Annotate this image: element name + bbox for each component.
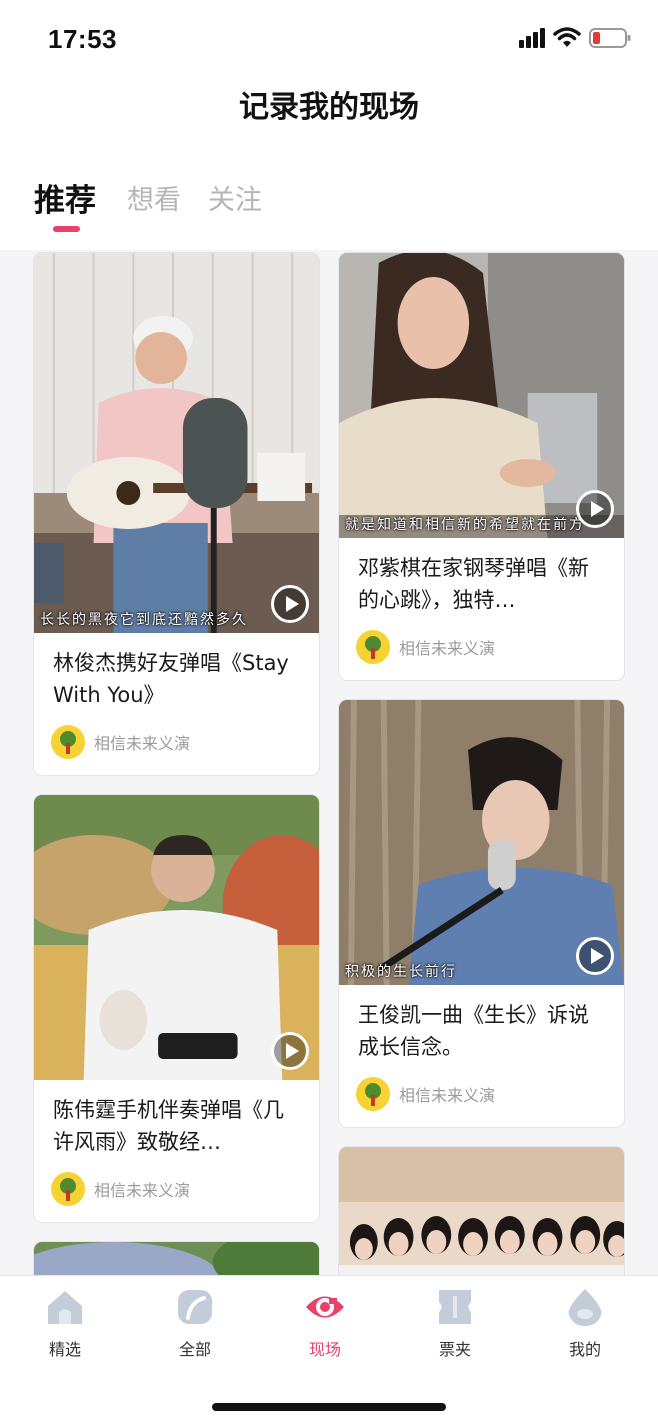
nav-tickets[interactable]: 票夹 xyxy=(405,1286,505,1366)
status-bar: 17:53 xyxy=(0,0,658,70)
video-card[interactable]: 积极的生长前行 王俊凯一曲《生长》诉说成长信念。 相信未来义演 xyxy=(338,699,625,1128)
home-indicator[interactable] xyxy=(212,1403,446,1411)
author-name: 相信未来义演 xyxy=(399,1086,496,1105)
play-icon[interactable] xyxy=(271,585,309,623)
video-title[interactable]: 陈伟霆手机伴奏弹唱《几许风雨》致敬经… xyxy=(34,1080,319,1162)
video-author[interactable]: 相信未来义演 xyxy=(34,715,319,775)
video-thumbnail[interactable]: 积极的生长前行 xyxy=(339,700,624,985)
play-icon[interactable] xyxy=(576,937,614,975)
play-icon[interactable] xyxy=(271,1032,309,1070)
nav-label: 现场 xyxy=(308,1340,341,1359)
nav-all[interactable]: 全部 xyxy=(145,1286,245,1366)
nav-label: 精选 xyxy=(48,1340,81,1359)
ticket-icon xyxy=(439,1290,471,1324)
video-card[interactable]: 就是知道和相信新的希望就在前方 邓紫棋在家钢琴弹唱《新的心跳》，独特… 相信未来… xyxy=(338,252,625,681)
cellular-signal-icon xyxy=(519,28,545,48)
leaf-icon xyxy=(178,1290,212,1324)
author-name: 相信未来义演 xyxy=(94,734,191,753)
nav-profile[interactable]: 我的 xyxy=(535,1286,635,1366)
author-avatar xyxy=(51,725,85,759)
video-title[interactable]: 王俊凯一曲《生长》诉说成长信念。 xyxy=(339,985,624,1067)
play-icon[interactable] xyxy=(576,490,614,528)
page-title: 记录我的现场 xyxy=(239,90,419,125)
video-title[interactable]: 林俊杰携好友弹唱《Stay With You》 xyxy=(34,633,319,715)
video-card[interactable]: 长长的黑夜它到底还黯然多久 林俊杰携好友弹唱《Stay With You》 相信… xyxy=(33,252,320,776)
video-author[interactable]: 相信未来义演 xyxy=(339,1067,624,1127)
author-avatar xyxy=(356,630,390,664)
tab-recommended[interactable]: 推荐 xyxy=(34,175,96,220)
active-tab-indicator xyxy=(53,226,80,232)
video-thumbnail[interactable] xyxy=(34,1242,319,1275)
video-thumbnail[interactable]: 长长的黑夜它到底还黯然多久 xyxy=(34,253,319,633)
bottom-nav: 精选 全部 现场 票夹 我的 xyxy=(0,1275,658,1424)
author-name: 相信未来义演 xyxy=(399,639,496,658)
video-card[interactable] xyxy=(338,1146,625,1275)
battery-low-icon xyxy=(589,28,631,48)
eye-icon xyxy=(306,1296,344,1318)
author-name: 相信未来义演 xyxy=(94,1181,191,1200)
nav-label: 全部 xyxy=(178,1340,211,1359)
nav-label: 我的 xyxy=(568,1340,601,1359)
author-avatar xyxy=(51,1172,85,1206)
nav-label: 票夹 xyxy=(438,1340,471,1359)
tab-following[interactable]: 关注 xyxy=(208,178,262,217)
video-card[interactable]: 陈伟霆手机伴奏弹唱《几许风雨》致敬经… 相信未来义演 xyxy=(33,794,320,1223)
video-thumbnail[interactable] xyxy=(339,1147,624,1275)
video-author[interactable]: 相信未来义演 xyxy=(339,620,624,680)
author-avatar xyxy=(356,1077,390,1111)
tab-want-to-watch[interactable]: 想看 xyxy=(127,178,181,217)
nav-featured[interactable]: 精选 xyxy=(15,1286,115,1366)
video-thumbnail-image xyxy=(34,1242,319,1275)
video-thumbnail-image xyxy=(339,1147,624,1275)
nav-live[interactable]: 现场 xyxy=(275,1286,375,1366)
video-card[interactable] xyxy=(33,1241,320,1275)
home-icon xyxy=(48,1291,82,1324)
video-thumbnail-image xyxy=(34,253,319,633)
video-feed[interactable]: 长长的黑夜它到底还黯然多久 林俊杰携好友弹唱《Stay With You》 相信… xyxy=(0,250,658,1275)
status-time: 17:53 xyxy=(48,24,117,54)
profile-drop-icon xyxy=(568,1289,602,1326)
video-title[interactable]: 邓紫棋在家钢琴弹唱《新的心跳》，独特… xyxy=(339,538,624,620)
video-author[interactable]: 相信未来义演 xyxy=(34,1162,319,1222)
video-thumbnail[interactable] xyxy=(34,795,319,1080)
video-thumbnail[interactable]: 就是知道和相信新的希望就在前方 xyxy=(339,253,624,538)
wifi-icon xyxy=(553,27,581,47)
